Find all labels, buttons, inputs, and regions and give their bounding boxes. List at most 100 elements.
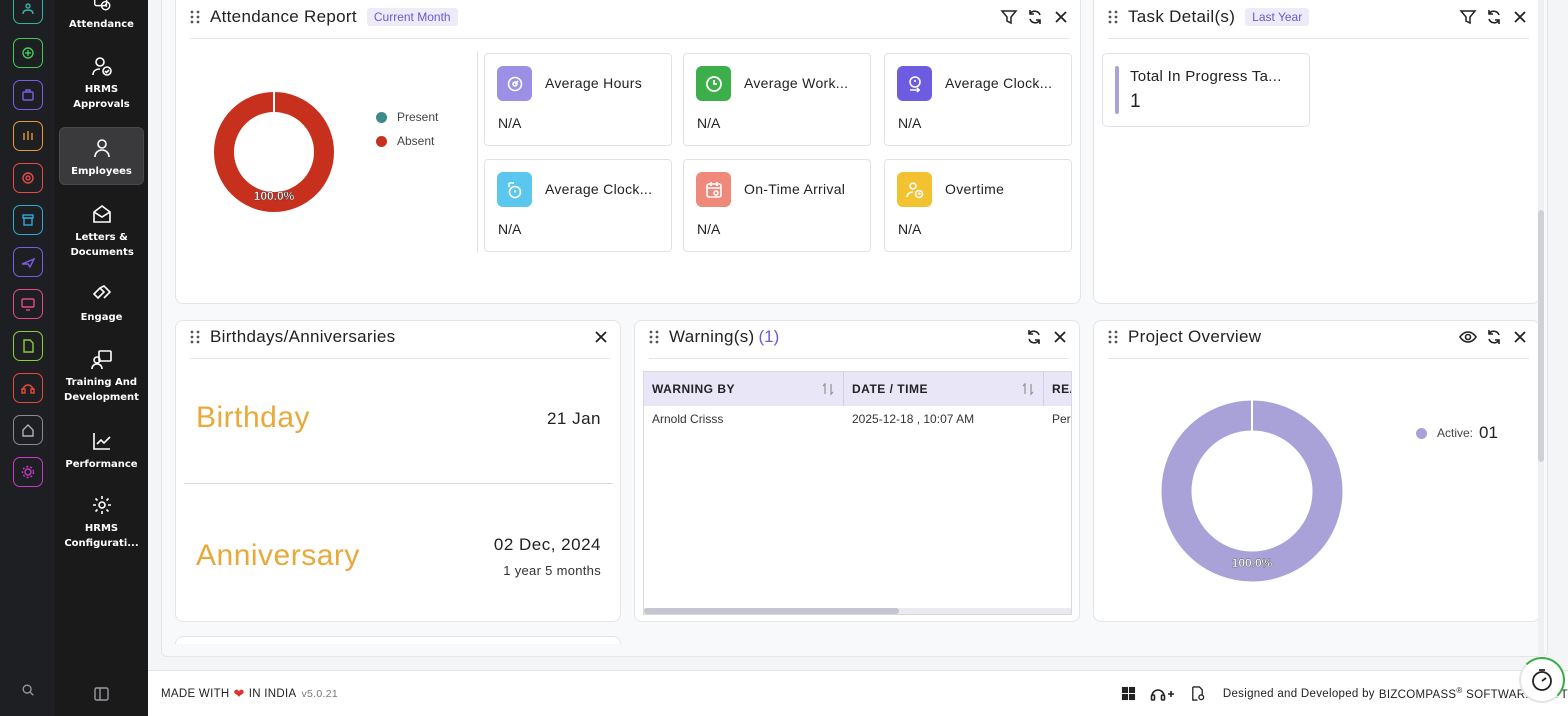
drag-handle-icon[interactable] <box>190 330 200 344</box>
sidebar-item-engage[interactable]: Engage <box>59 283 144 325</box>
sort-icon[interactable] <box>1021 382 1035 396</box>
warnings-table: WARNING BY DATE / TIME REA Arnold Crisss… <box>643 371 1072 615</box>
sidebar-item-label: Letters & Documents <box>70 232 134 258</box>
absent-donut-segment <box>214 92 334 212</box>
legend-dot <box>1416 427 1427 439</box>
close-icon[interactable] <box>1051 328 1069 346</box>
designed-by-text: Designed and Developed by <box>1222 687 1375 700</box>
rail-app-gear-icon[interactable] <box>13 457 43 487</box>
support-headset-icon[interactable] <box>1150 686 1176 702</box>
rail-app-archive-icon[interactable] <box>13 205 43 235</box>
drag-handle-icon[interactable] <box>1108 330 1118 344</box>
project-overview-card: Project Overview 100.0% Active: 01 <box>1093 320 1540 622</box>
footer: MADE WITH ❤ IN INDIA v5.0.21 Designed an… <box>148 670 1568 716</box>
clock-icon <box>93 0 110 11</box>
legend-present: Present <box>376 110 438 124</box>
handshake-icon <box>92 285 111 300</box>
scrollbar-thumb[interactable] <box>644 608 899 614</box>
birthdays-card: Birthdays/Anniversaries Birthday 21 Jan … <box>175 320 621 622</box>
filter-icon[interactable] <box>1000 8 1018 26</box>
app-switcher-rail <box>0 0 55 716</box>
page-scrollbar[interactable] <box>1538 0 1544 660</box>
document-settings-icon[interactable] <box>1190 686 1205 701</box>
drag-handle-icon[interactable] <box>649 330 659 344</box>
rail-app-people-icon[interactable] <box>13 0 43 24</box>
rail-app-home-icon[interactable] <box>13 415 43 445</box>
collapse-sidebar-icon[interactable] <box>93 685 111 703</box>
metric-label: Average Clock... <box>545 181 653 197</box>
clock-icon <box>696 66 731 101</box>
sidebar-item-label: Attendance <box>69 19 134 30</box>
sidebar-item-label: Training And Development <box>64 377 139 403</box>
active-donut-segment <box>1161 400 1343 582</box>
metric-value: N/A <box>898 115 922 131</box>
attendance-report-card: Attendance Report Current Month 100.0% P… <box>175 0 1081 304</box>
rail-app-briefcase-icon[interactable] <box>13 80 43 110</box>
sidebar-item-letters-documents[interactable]: Letters & Documents <box>59 203 144 261</box>
close-icon[interactable] <box>1052 8 1070 26</box>
search-icon[interactable] <box>18 680 38 700</box>
windows-icon[interactable] <box>1121 686 1136 701</box>
refresh-icon[interactable] <box>1485 8 1503 26</box>
sidebar-item-training-development[interactable]: Training And Development <box>59 348 144 406</box>
metric-value: N/A <box>898 221 922 237</box>
user-icon <box>93 139 110 158</box>
close-icon[interactable] <box>1511 328 1529 346</box>
metric-value: N/A <box>697 221 721 237</box>
task-stat-tile[interactable]: Total In Progress Ta... 1 <box>1102 53 1310 127</box>
column-date-time[interactable]: DATE / TIME <box>844 372 1044 406</box>
rail-app-headset-icon[interactable] <box>13 373 43 403</box>
metric-label: Average Work... <box>744 75 849 91</box>
sidebar-item-employees[interactable]: Employees <box>59 127 144 185</box>
made-with-text: MADE WITH <box>161 687 230 700</box>
rail-app-monitor-icon[interactable] <box>13 289 43 319</box>
refresh-icon[interactable] <box>1025 328 1043 346</box>
period-tag[interactable]: Last Year <box>1245 7 1310 26</box>
presentation-icon <box>90 350 112 370</box>
card-title: Project Overview <box>1128 326 1262 346</box>
card-header: Attendance Report Current Month <box>190 3 1070 39</box>
table-row[interactable]: Arnold Crisss 2025-12-18 , 10:07 AM Per <box>644 412 1071 426</box>
sidebar-item-hrms-approvals[interactable]: HRMS Approvals <box>59 55 144 115</box>
refresh-icon[interactable] <box>1485 328 1503 346</box>
card-header: Task Detail(s) Last Year <box>1108 3 1529 39</box>
metric-label: Overtime <box>945 181 1005 197</box>
attendance-donut-chart: 100.0% <box>214 92 334 212</box>
task-detail-card: Task Detail(s) Last Year Total In Progre… <box>1093 0 1540 304</box>
column-warning-by[interactable]: WARNING BY <box>644 372 844 406</box>
sidebar-item-label: Employees <box>71 166 132 177</box>
drag-handle-icon[interactable] <box>1108 10 1118 24</box>
user-check-icon <box>91 57 112 76</box>
sidebar-item-label: HRMS Approvals <box>73 84 130 110</box>
stopwatch-icon <box>1532 669 1552 691</box>
refresh-icon[interactable] <box>1026 8 1044 26</box>
metric-value: N/A <box>697 115 721 131</box>
horizontal-scrollbar[interactable] <box>644 608 1071 614</box>
eye-icon[interactable] <box>1459 328 1477 346</box>
sidebar-item-label: Performance <box>65 459 138 470</box>
column-reason[interactable]: REA <box>1044 372 1071 406</box>
footer-right: Designed and Developed by BIZCOMPASS® SO… <box>1121 686 1568 702</box>
floating-timer-button[interactable] <box>1519 657 1565 703</box>
sidebar-item-performance[interactable]: Performance <box>59 430 144 472</box>
rail-app-leaf-icon[interactable] <box>13 38 43 68</box>
sort-icon[interactable] <box>821 382 835 396</box>
period-tag[interactable]: Current Month <box>366 7 458 26</box>
close-icon[interactable] <box>592 328 610 346</box>
sidebar-item-hrms-configuration[interactable]: HRMS Configurati... <box>59 494 144 552</box>
metric-label: Average Hours <box>545 75 643 91</box>
sidebar-item-attendance[interactable]: Attendance <box>59 0 144 32</box>
rail-app-document-icon[interactable] <box>13 331 43 361</box>
close-icon[interactable] <box>1511 8 1529 26</box>
mail-icon <box>92 205 111 223</box>
legend-label: Absent <box>397 134 435 148</box>
drag-handle-icon[interactable] <box>190 10 200 24</box>
user-clock-icon <box>897 172 932 207</box>
cell-reason: Per <box>1052 412 1071 426</box>
table-header: WARNING BY DATE / TIME REA <box>644 372 1071 406</box>
scrollbar-thumb[interactable] <box>1538 210 1544 462</box>
filter-icon[interactable] <box>1459 8 1477 26</box>
rail-app-target-icon[interactable] <box>13 163 43 193</box>
rail-app-hands-icon[interactable] <box>13 121 43 151</box>
rail-app-plane-icon[interactable] <box>13 247 43 277</box>
